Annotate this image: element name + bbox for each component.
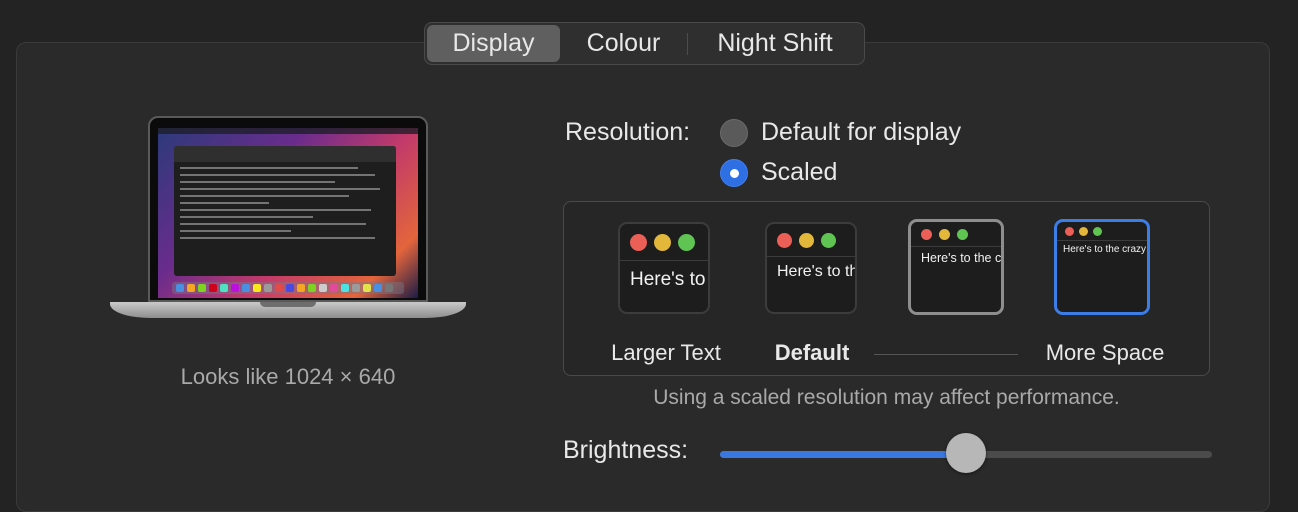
- close-dot-icon: [777, 232, 792, 248]
- minimize-dot-icon: [654, 233, 671, 251]
- radio-button[interactable]: [720, 158, 748, 187]
- default-label: Default: [774, 340, 850, 365]
- preview-text: Here's to the crazy ones, the troublemak…: [921, 251, 1002, 265]
- resolution-label: Resolution:: [565, 118, 691, 146]
- scale-option-larger-text[interactable]: Here's to the crazy ones, the misfits, t…: [618, 222, 710, 314]
- slider-fill: [720, 451, 966, 458]
- performance-note: Using a scaled resolution may affect per…: [653, 386, 1120, 409]
- looks-like-resolution: Looks like 1024 × 640: [180, 364, 396, 389]
- close-dot-icon: [630, 233, 647, 251]
- preview-text: Here's to the crazy ones, the troublemak…: [1063, 244, 1147, 255]
- laptop-screen: [158, 128, 418, 298]
- tab-bar: Display Colour Night Shift: [424, 22, 865, 65]
- brightness-label: Brightness:: [563, 436, 689, 464]
- close-dot-icon: [921, 228, 932, 240]
- brightness-slider[interactable]: [720, 433, 1212, 473]
- slider-knob[interactable]: [946, 433, 986, 473]
- zoom-dot-icon: [1093, 226, 1102, 236]
- display-preview-image: [110, 116, 466, 328]
- zoom-dot-icon: [957, 228, 968, 240]
- scale-range-line: [874, 354, 1018, 355]
- radio-label: Default for display: [761, 118, 962, 146]
- zoom-dot-icon: [821, 232, 836, 248]
- scale-option-default[interactable]: Here's to the crazy ones, the troublemak…: [765, 222, 857, 314]
- preview-text: Here's to the crazy ones, the misfits, t…: [630, 269, 708, 290]
- tab-display[interactable]: Display: [427, 25, 560, 62]
- screen-dock: [172, 282, 404, 294]
- minimize-dot-icon: [1079, 226, 1088, 236]
- laptop-notch: [260, 302, 316, 307]
- tab-colour[interactable]: Colour: [560, 25, 687, 62]
- minimize-dot-icon: [799, 232, 814, 248]
- radio-default-for-display[interactable]: Default for display: [720, 118, 961, 147]
- close-dot-icon: [1065, 226, 1074, 236]
- preview-text: Here's to the crazy ones, the troublemak…: [777, 263, 855, 280]
- scale-option-more-space[interactable]: Here's to the crazy ones, the troublemak…: [1054, 219, 1150, 315]
- larger-text-label: Larger Text: [611, 340, 721, 365]
- screen-menubar: [158, 128, 418, 134]
- radio-label: Scaled: [761, 158, 838, 186]
- radio-button[interactable]: [720, 118, 748, 147]
- scale-option-medium[interactable]: Here's to the crazy ones, the troublemak…: [908, 219, 1004, 315]
- more-space-label: More Space: [1045, 340, 1165, 365]
- screen-document-window: [174, 146, 396, 276]
- minimize-dot-icon: [939, 228, 950, 240]
- tab-night-shift[interactable]: Night Shift: [688, 25, 862, 62]
- radio-scaled[interactable]: Scaled: [720, 158, 837, 187]
- laptop-lid: [148, 116, 428, 302]
- zoom-dot-icon: [678, 233, 695, 251]
